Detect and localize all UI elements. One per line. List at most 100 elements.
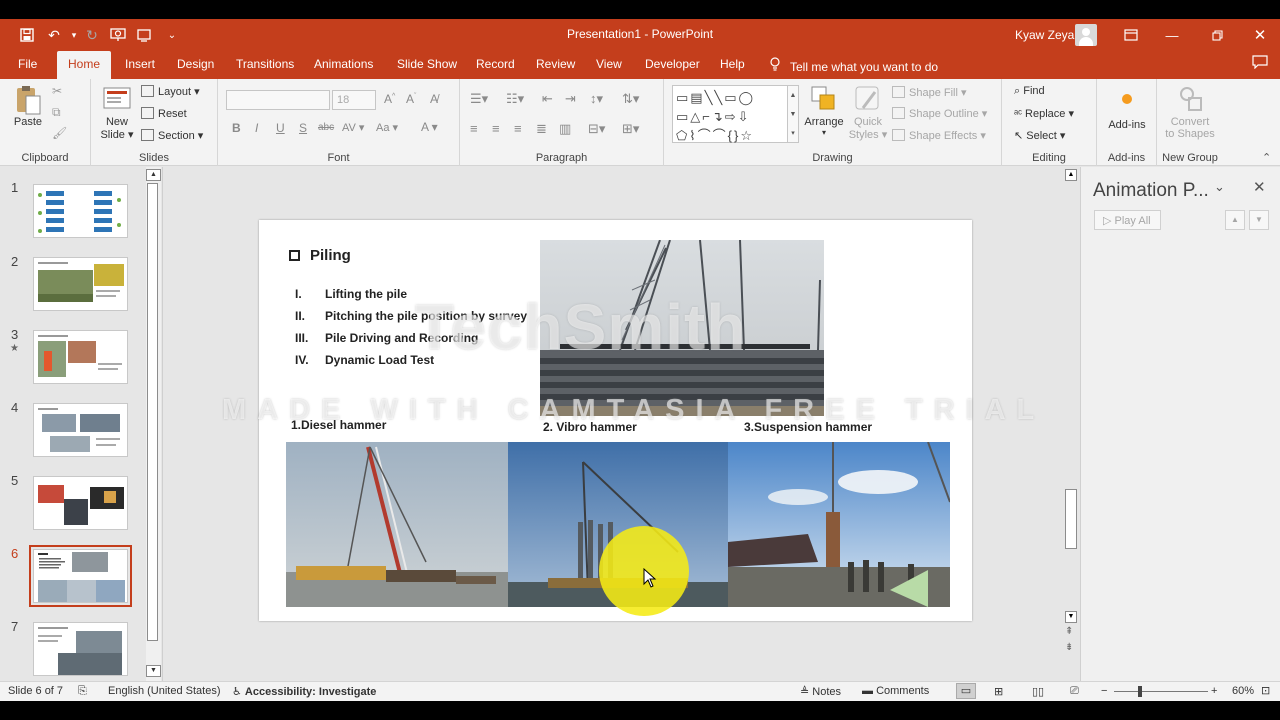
font-color-icon[interactable]: A ▾ [421,120,438,134]
font-family-box[interactable] [226,90,330,110]
tab-insert[interactable]: Insert [125,57,155,71]
align-center-icon[interactable]: ≡ [492,121,500,136]
tab-record[interactable]: Record [476,57,515,71]
scroll-up-icon[interactable]: ▲ [1065,169,1077,181]
clear-formatting-icon[interactable]: A̸ [430,92,438,106]
slide-heading[interactable]: Piling [289,247,351,264]
quick-styles-button[interactable]: Quick Styles ▾ [848,84,888,141]
user-name[interactable]: Kyaw Zeya [1015,28,1074,42]
zoom-slider[interactable] [1114,691,1208,692]
fit-to-window-icon[interactable]: ⊡ [1261,684,1270,697]
zoom-in-icon[interactable]: + [1211,685,1217,697]
language-indicator[interactable]: English (United States) [108,685,221,697]
find-button[interactable]: ⌕ Find [1014,85,1045,98]
normal-view-icon[interactable]: ▭ [956,683,976,699]
replace-button[interactable]: ᵃᶜ Replace ▾ [1014,107,1074,120]
slide-thumbnail-1[interactable] [33,184,128,238]
shape-fill-button[interactable]: Shape Fill ▾ [892,86,967,99]
section-button[interactable]: Section ▾ [141,129,203,142]
slideshow-icon[interactable] [134,25,154,45]
thumbnail-scrollbar[interactable]: ▲ ▼ [146,167,161,681]
add-ins-button[interactable]: Add-ins [1102,87,1152,131]
tell-me-search[interactable]: Tell me what you want to do [770,57,938,74]
decrease-font-icon[interactable]: Aˇ [406,92,416,106]
present-from-start-icon[interactable] [108,25,128,45]
slide-thumbnail-6[interactable] [29,545,132,607]
shapes-gallery-scroll[interactable]: ▲ ▼ ▾ [787,85,799,143]
diesel-hammer-photo[interactable] [286,442,508,607]
strikethrough-icon[interactable]: abc [318,122,334,133]
scroll-down-icon[interactable]: ▼ [1065,611,1077,623]
text-direction-icon[interactable]: ⇅▾ [622,91,639,107]
play-all-button[interactable]: ▷ Play All [1094,210,1161,230]
move-up-icon[interactable]: ▲ [1225,210,1245,230]
shape-outline-button[interactable]: Shape Outline ▾ [892,107,987,120]
cut-icon[interactable]: ✂ [52,84,62,98]
spelling-icon[interactable]: ⎘ [78,685,87,698]
tab-review[interactable]: Review [536,57,575,71]
tab-design[interactable]: Design [177,57,214,71]
undo-dropdown-icon[interactable]: ▾ [64,25,84,45]
save-icon[interactable] [17,25,37,45]
next-slide-icon[interactable]: ⇟ [1065,642,1073,653]
character-spacing-icon[interactable]: AV ▾ [342,121,364,134]
slideshow-view-icon[interactable]: ⎚ [1070,685,1079,698]
increase-font-icon[interactable]: A^ [384,92,395,106]
restore-icon[interactable] [1205,23,1229,47]
tab-transitions[interactable]: Transitions [236,57,294,71]
minimize-icon[interactable]: — [1160,23,1184,47]
justify-icon[interactable]: ≣ [536,121,547,137]
tab-developer[interactable]: Developer [645,57,700,71]
undo-icon[interactable]: ↶ [44,25,64,45]
zoom-out-icon[interactable]: − [1101,685,1107,697]
line-spacing-icon[interactable]: ↕▾ [590,91,603,107]
thumbnail-scroll-thumb[interactable] [147,183,158,641]
previous-slide-icon[interactable]: ⇞ [1065,626,1073,637]
avatar[interactable] [1075,24,1097,46]
comments-button[interactable]: ▬ Comments [862,685,929,697]
notes-button[interactable]: ≜ Notes [800,685,841,698]
italic-icon[interactable]: I [255,121,258,135]
tab-help[interactable]: Help [720,57,745,71]
shape-effects-button[interactable]: Shape Effects ▾ [892,129,986,142]
comments-icon[interactable] [1252,55,1268,72]
shadow-icon[interactable]: S [299,121,307,135]
layout-button[interactable]: Layout ▾ [141,85,200,98]
bold-icon[interactable]: B [232,121,241,135]
slide-thumbnail-2[interactable] [33,257,128,311]
slide-thumbnail-3[interactable] [33,330,128,384]
ribbon-display-options-icon[interactable] [1119,23,1143,47]
close-icon[interactable]: ✕ [1248,23,1272,47]
bullets-icon[interactable]: ☰▾ [470,91,488,107]
customize-toolbar-icon[interactable]: ⌄ [162,25,182,45]
accessibility-button[interactable]: ♿ Accessibility: Investigate [232,685,376,698]
copy-icon[interactable]: ⧉ [52,105,61,120]
scroll-down-icon[interactable]: ▼ [146,665,161,677]
tab-view[interactable]: View [596,57,622,71]
smartart-icon[interactable]: ⊞▾ [622,121,639,137]
slide-sorter-icon[interactable]: ⊞ [994,685,1003,698]
change-case-icon[interactable]: Aa ▾ [376,121,398,134]
tab-file[interactable]: File [18,57,37,71]
suspension-hammer-photo[interactable] [728,442,950,607]
decrease-indent-icon[interactable]: ⇤ [542,91,553,107]
slide-thumbnail-5[interactable] [33,476,128,530]
tab-slide-show[interactable]: Slide Show [397,57,457,71]
move-down-icon[interactable]: ▼ [1249,210,1269,230]
paste-button[interactable]: Paste [9,84,47,128]
shapes-gallery[interactable]: ▭▤╲╲▭◯ ▭△⌐↴⇨⇩ ⬠⌇⌒⌒{}☆ [672,85,798,143]
pane-options-icon[interactable]: ⌄ [1214,179,1225,195]
zoom-slider-handle[interactable] [1138,686,1142,697]
format-painter-icon[interactable]: 🖌 [52,126,67,140]
tab-home[interactable]: Home [57,51,112,79]
increase-indent-icon[interactable]: ⇥ [565,91,576,107]
slide-area-scrollbar[interactable]: ▲ ▼ ⇞ ⇟ [1063,167,1079,681]
arrange-button[interactable]: Arrange ▾ [802,84,846,137]
reading-view-icon[interactable]: ▯▯ [1032,685,1044,698]
select-button[interactable]: ↖ Select ▾ [1014,129,1065,142]
align-right-icon[interactable]: ≡ [514,121,522,136]
numbering-icon[interactable]: ☷▾ [506,91,524,107]
columns-icon[interactable]: ▥ [559,121,571,137]
zoom-level[interactable]: 60% [1232,685,1254,697]
reset-button[interactable]: Reset [141,107,187,120]
